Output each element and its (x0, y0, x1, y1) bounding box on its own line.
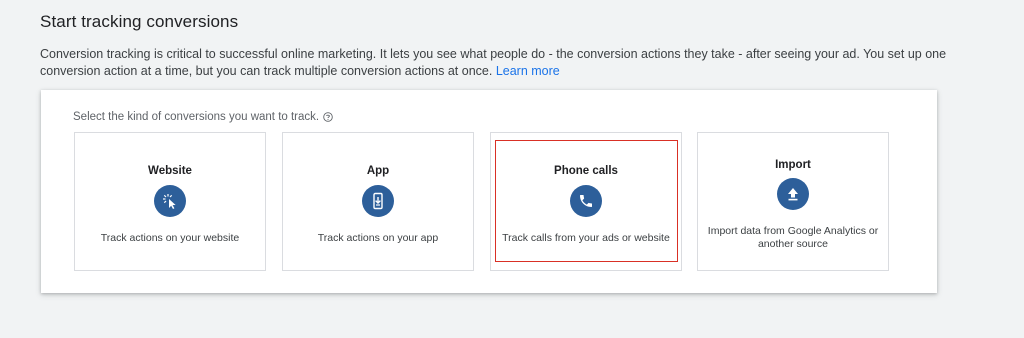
conversion-type-panel: Select the kind of conversions you want … (41, 90, 937, 293)
intro-text: Conversion tracking is critical to succe… (40, 47, 947, 78)
intro-paragraph: Conversion tracking is critical to succe… (40, 46, 985, 80)
phone-icon (570, 185, 602, 217)
card-title: App (366, 165, 390, 177)
card-description: Import data from Google Analytics or ano… (707, 225, 879, 250)
help-circle-icon[interactable] (323, 112, 333, 122)
card-description: Track calls from your ads or website (502, 232, 670, 244)
prompt-text: Select the kind of conversions you want … (73, 111, 320, 123)
mobile-download-icon (362, 185, 394, 217)
conversion-tracking-page: Start tracking conversions Conversion tr… (0, 0, 1024, 338)
card-title: Website (148, 165, 192, 177)
card-title: Import (775, 159, 811, 171)
import-card[interactable]: Import Import data from Google Analytics… (697, 132, 889, 271)
card-title: Phone calls (554, 165, 618, 177)
website-card[interactable]: Website Track actions on your website (74, 132, 266, 271)
upload-icon (777, 178, 809, 210)
app-card[interactable]: App Track actions on your app (282, 132, 474, 271)
card-description: Track actions on your app (317, 232, 439, 244)
cursor-click-icon (154, 185, 186, 217)
phone-calls-card[interactable]: Phone calls Track calls from your ads or… (490, 132, 682, 271)
page-title: Start tracking conversions (40, 12, 239, 31)
learn-more-link[interactable]: Learn more (496, 64, 560, 78)
conversion-type-prompt: Select the kind of conversions you want … (73, 111, 333, 123)
card-description: Track actions on your website (100, 232, 240, 244)
